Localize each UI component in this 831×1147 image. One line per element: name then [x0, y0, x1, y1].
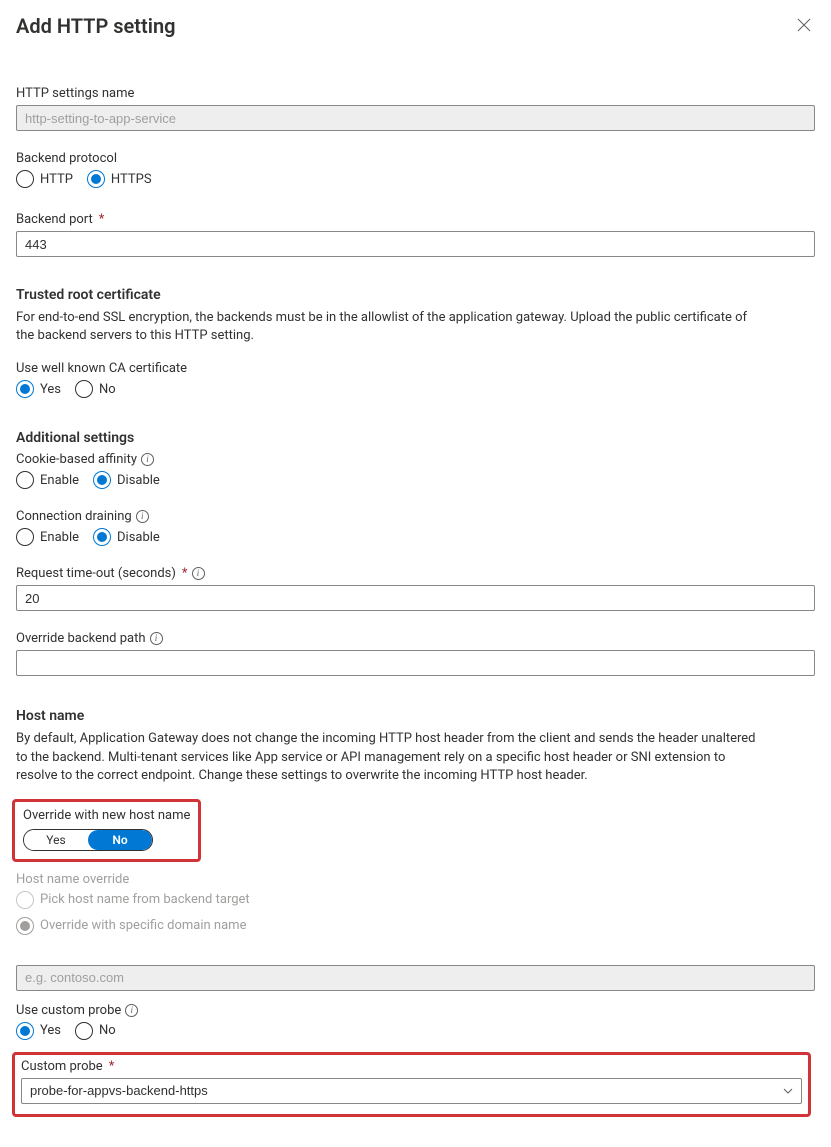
connection-draining-enable-radio[interactable]: Enable: [16, 528, 79, 546]
radio-icon: [93, 471, 111, 489]
override-host-name-highlight: Override with new host name Yes No: [12, 799, 201, 862]
custom-probe-value[interactable]: [21, 1078, 802, 1104]
radio-icon: [16, 528, 34, 546]
radio-label: Yes: [40, 382, 61, 397]
toggle-yes: Yes: [24, 830, 88, 850]
info-icon[interactable]: i: [150, 632, 163, 645]
radio-label: Disable: [117, 473, 160, 488]
domain-name-input: [16, 965, 815, 991]
radio-icon: [16, 891, 34, 909]
info-icon[interactable]: i: [125, 1004, 138, 1017]
connection-draining-label: Connection draining i: [16, 509, 815, 524]
override-backend-path-label: Override backend path i: [16, 631, 815, 646]
request-timeout-input[interactable]: [16, 585, 815, 611]
info-icon[interactable]: i: [192, 567, 205, 580]
use-custom-probe-label: Use custom probe i: [16, 1003, 815, 1018]
connection-draining-disable-radio[interactable]: Disable: [93, 528, 160, 546]
override-host-name-toggle[interactable]: Yes No: [23, 829, 153, 851]
well-known-ca-yes-radio[interactable]: Yes: [16, 380, 61, 398]
cookie-affinity-label: Cookie-based affinity i: [16, 452, 815, 467]
radio-label: HTTP: [40, 172, 73, 187]
radio-icon: [75, 380, 93, 398]
http-settings-name-input[interactable]: [16, 105, 815, 131]
radio-label: No: [99, 382, 116, 397]
backend-port-label: Backend port*: [16, 212, 815, 227]
backend-protocol-https-radio[interactable]: HTTPS: [87, 170, 152, 188]
trusted-root-helper: For end-to-end SSL encryption, the backe…: [16, 309, 756, 345]
info-icon[interactable]: i: [141, 453, 154, 466]
radio-icon: [16, 917, 34, 935]
host-name-override-label: Host name override: [16, 872, 815, 887]
info-icon[interactable]: i: [136, 510, 149, 523]
radio-label: Yes: [40, 1023, 61, 1038]
toggle-no: No: [88, 830, 152, 850]
panel-title: Add HTTP setting: [16, 14, 176, 38]
radio-label: Pick host name from backend target: [40, 892, 250, 907]
backend-protocol-label: Backend protocol: [16, 151, 815, 166]
radio-icon: [16, 1022, 34, 1040]
radio-label: HTTPS: [111, 172, 152, 187]
custom-probe-highlight: Custom probe*: [12, 1052, 811, 1117]
override-host-name-label: Override with new host name: [23, 808, 190, 823]
host-name-override-pick-radio: Pick host name from backend target: [16, 891, 815, 909]
additional-settings-heading: Additional settings: [16, 430, 815, 446]
override-backend-path-input[interactable]: [16, 650, 815, 676]
radio-label: Enable: [40, 530, 79, 545]
radio-icon: [16, 471, 34, 489]
close-button[interactable]: [795, 16, 813, 34]
radio-icon: [16, 170, 34, 188]
backend-protocol-http-radio[interactable]: HTTP: [16, 170, 73, 188]
radio-icon: [16, 380, 34, 398]
radio-label: Override with specific domain name: [40, 918, 246, 933]
custom-probe-select[interactable]: [21, 1078, 802, 1104]
http-settings-name-label: HTTP settings name: [16, 86, 815, 101]
radio-label: Disable: [117, 530, 160, 545]
well-known-ca-label: Use well known CA certificate: [16, 361, 815, 376]
request-timeout-label: Request time-out (seconds)* i: [16, 566, 815, 581]
radio-icon: [93, 528, 111, 546]
use-custom-probe-no-radio[interactable]: No: [75, 1022, 116, 1040]
host-name-heading: Host name: [16, 708, 815, 724]
host-name-helper: By default, Application Gateway does not…: [16, 730, 756, 785]
radio-icon: [75, 1022, 93, 1040]
host-name-override-specific-radio: Override with specific domain name: [16, 917, 815, 935]
cookie-affinity-enable-radio[interactable]: Enable: [16, 471, 79, 489]
radio-label: Enable: [40, 473, 79, 488]
radio-label: No: [99, 1023, 116, 1038]
radio-icon: [87, 170, 105, 188]
well-known-ca-no-radio[interactable]: No: [75, 380, 116, 398]
custom-probe-label: Custom probe*: [21, 1059, 802, 1074]
backend-port-input[interactable]: [16, 231, 815, 257]
close-icon: [797, 18, 811, 32]
trusted-root-heading: Trusted root certificate: [16, 287, 815, 303]
use-custom-probe-yes-radio[interactable]: Yes: [16, 1022, 61, 1040]
cookie-affinity-disable-radio[interactable]: Disable: [93, 471, 160, 489]
